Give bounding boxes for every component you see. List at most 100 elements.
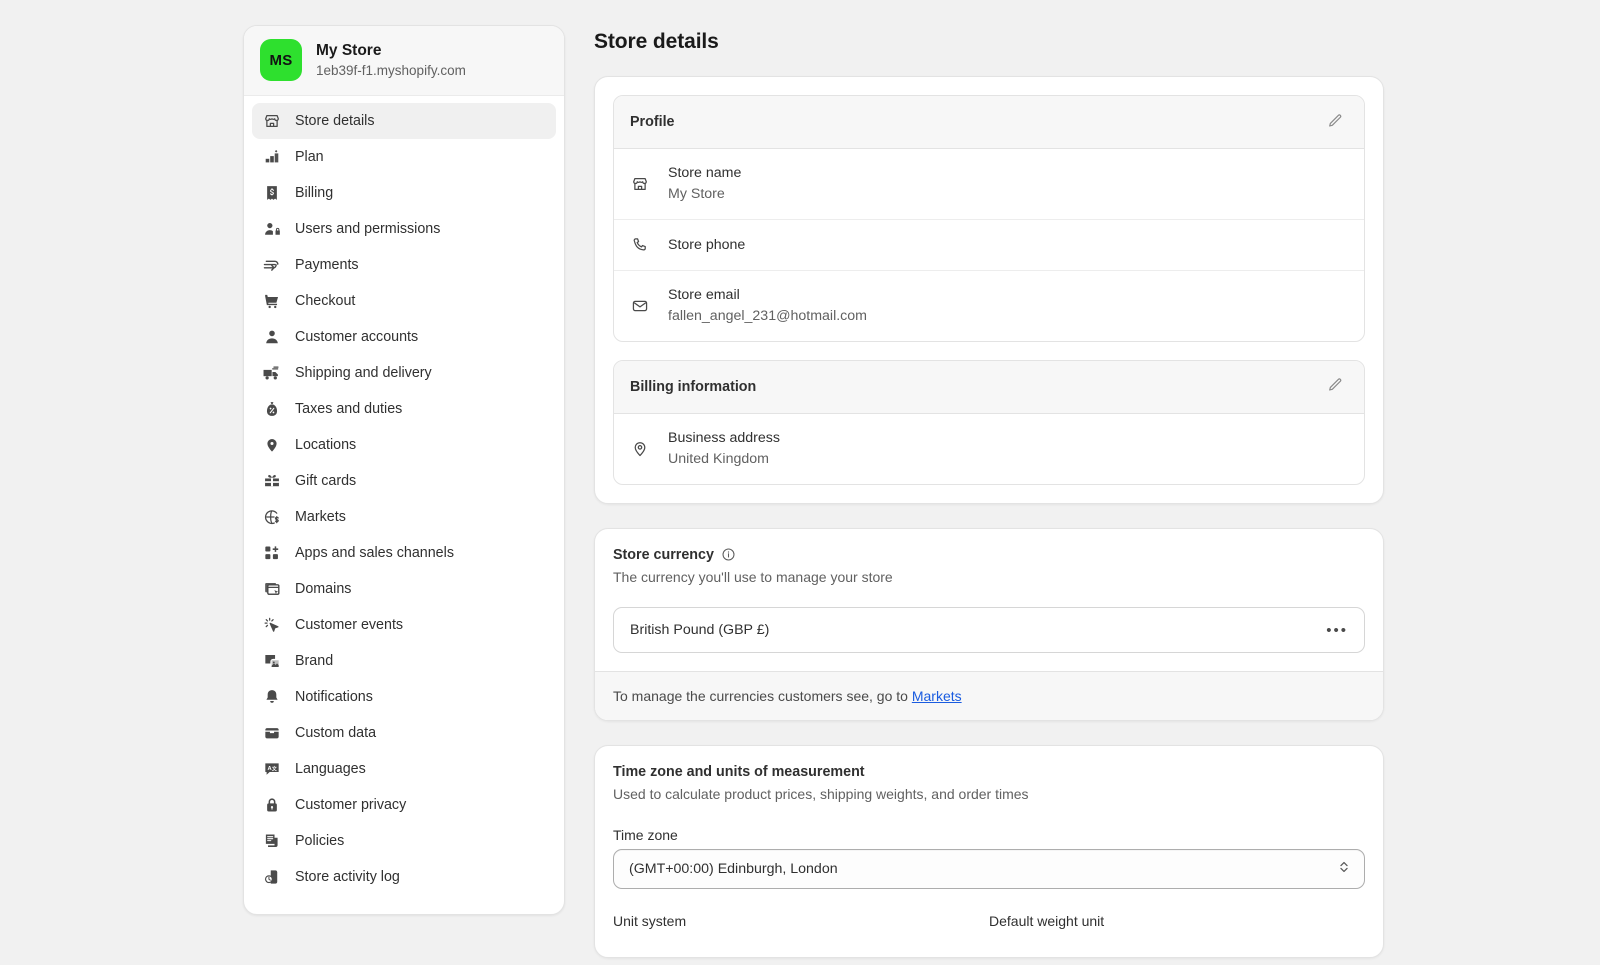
currency-value: British Pound (GBP £) bbox=[630, 622, 770, 639]
sidebar-item-custom-data[interactable]: Custom data bbox=[252, 715, 556, 751]
profile-rows: Store name My Store Store phone Store em… bbox=[614, 149, 1364, 341]
timezone-title: Time zone and units of measurement bbox=[613, 764, 865, 781]
sidebar-item-brand[interactable]: Brand bbox=[252, 643, 556, 679]
edit-billing-button[interactable] bbox=[1322, 374, 1348, 400]
pencil-icon bbox=[1327, 377, 1343, 396]
billing-header: Billing information bbox=[614, 360, 1364, 414]
timezone-select[interactable]: (GMT+00:00) Edinburgh, London bbox=[613, 848, 1365, 889]
table-row[interactable]: Business address United Kingdom bbox=[614, 414, 1364, 484]
sidebar-item-store-details[interactable]: Store details bbox=[252, 103, 556, 139]
taxes-icon bbox=[262, 400, 281, 419]
timezone-value: (GMT+00:00) Edinburgh, London bbox=[629, 860, 838, 877]
sidebar-item-users-and-permissions[interactable]: Users and permissions bbox=[252, 211, 556, 247]
cart-icon bbox=[262, 292, 281, 311]
store-header[interactable]: MS My Store 1eb39f-f1.myshopify.com bbox=[244, 26, 564, 96]
settings-page: MS My Store 1eb39f-f1.myshopify.com Stor… bbox=[0, 0, 1600, 965]
sidebar-item-policies[interactable]: Policies bbox=[252, 823, 556, 859]
info-icon[interactable] bbox=[721, 547, 736, 562]
sidebar-item-label: Payments bbox=[295, 256, 359, 273]
languages-icon: A文 bbox=[262, 760, 281, 779]
table-row[interactable]: Store phone bbox=[614, 218, 1364, 270]
sidebar-item-locations[interactable]: Locations bbox=[252, 427, 556, 463]
sidebar-item-markets[interactable]: Markets bbox=[252, 499, 556, 535]
sidebar-item-label: Apps and sales channels bbox=[295, 544, 454, 561]
sidebar-item-label: Notifications bbox=[295, 688, 373, 705]
pencil-icon bbox=[1327, 113, 1343, 132]
policies-icon bbox=[262, 832, 281, 851]
brand-icon bbox=[262, 652, 281, 671]
edit-profile-button[interactable] bbox=[1322, 109, 1348, 135]
unit-system-label: Unit system bbox=[613, 912, 687, 929]
sidebar-item-customer-events[interactable]: Customer events bbox=[252, 607, 556, 643]
sidebar-item-checkout[interactable]: Checkout bbox=[252, 283, 556, 319]
location-pin-icon bbox=[262, 436, 281, 455]
store-icon bbox=[630, 174, 650, 194]
currency-footer-text: To manage the currencies customers see, … bbox=[613, 688, 912, 705]
truck-icon bbox=[262, 364, 281, 383]
bell-icon bbox=[262, 688, 281, 707]
table-row[interactable]: Store name My Store bbox=[614, 149, 1364, 219]
sidebar-item-customer-privacy[interactable]: Customer privacy bbox=[252, 787, 556, 823]
row-label: Business address bbox=[668, 429, 780, 446]
more-options-icon[interactable]: ••• bbox=[1326, 623, 1348, 638]
default-weight-unit-label: Default weight unit bbox=[989, 912, 1105, 929]
store-currency-card: Store currency The currency you'll use t… bbox=[594, 527, 1384, 722]
custom-data-icon bbox=[262, 724, 281, 743]
lock-icon bbox=[262, 796, 281, 815]
timezone-subtitle: Used to calculate product prices, shippi… bbox=[613, 786, 1029, 803]
markets-link[interactable]: Markets bbox=[912, 688, 962, 704]
sidebar-item-payments[interactable]: Payments bbox=[252, 247, 556, 283]
sidebar-item-label: Locations bbox=[295, 436, 357, 453]
sidebar-item-label: Gift cards bbox=[295, 472, 357, 489]
settings-sidebar: MS My Store 1eb39f-f1.myshopify.com Stor… bbox=[243, 25, 565, 915]
store-currency-title: Store currency bbox=[613, 546, 714, 563]
sidebar-item-label: Billing bbox=[295, 184, 334, 201]
sidebar-item-label: Customer accounts bbox=[295, 328, 419, 345]
settings-nav: Store details Plan Billing Users and permis… bbox=[244, 96, 564, 905]
apps-icon bbox=[262, 544, 281, 563]
sidebar-item-plan[interactable]: Plan bbox=[252, 139, 556, 175]
main-content: Store details Profile Store name My Stor… bbox=[594, 30, 1384, 965]
currency-select[interactable]: British Pound (GBP £) ••• bbox=[613, 607, 1365, 654]
row-value: My Store bbox=[668, 186, 725, 203]
sidebar-item-languages[interactable]: A 文 Languages bbox=[252, 751, 556, 787]
sidebar-item-apps-and-sales-channels[interactable]: Apps and sales channels bbox=[252, 535, 556, 571]
activity-log-icon bbox=[262, 868, 281, 887]
sidebar-item-billing[interactable]: Billing bbox=[252, 175, 556, 211]
chevron-updown-icon bbox=[1337, 859, 1351, 879]
row-label: Store email bbox=[668, 286, 740, 303]
store-currency-subtitle: The currency you'll use to manage your s… bbox=[613, 568, 893, 585]
sidebar-item-gift-cards[interactable]: Gift cards bbox=[252, 463, 556, 499]
person-icon bbox=[262, 328, 281, 347]
phone-icon bbox=[630, 235, 650, 255]
store-name: My Store bbox=[316, 41, 382, 59]
sidebar-item-label: Users and permissions bbox=[295, 220, 441, 237]
users-icon bbox=[262, 220, 281, 239]
sidebar-item-shipping-and-delivery[interactable]: Shipping and delivery bbox=[252, 355, 556, 391]
sidebar-item-label: Domains bbox=[295, 580, 352, 597]
sidebar-item-label: Store details bbox=[295, 112, 375, 129]
domains-icon bbox=[262, 580, 281, 599]
sidebar-item-notifications[interactable]: Notifications bbox=[252, 679, 556, 715]
row-value: United Kingdom bbox=[668, 451, 769, 468]
sidebar-item-label: Customer privacy bbox=[295, 796, 407, 813]
billing-icon bbox=[262, 184, 281, 203]
row-label: Store phone bbox=[668, 236, 746, 253]
table-row[interactable]: Store email fallen_angel_231@hotmail.com bbox=[614, 269, 1364, 341]
sidebar-item-store-activity-log[interactable]: Store activity log bbox=[252, 859, 556, 895]
sidebar-item-customer-accounts[interactable]: Customer accounts bbox=[252, 319, 556, 355]
sidebar-item-taxes-and-duties[interactable]: Taxes and duties bbox=[252, 391, 556, 427]
profile-header: Profile bbox=[614, 96, 1364, 149]
page-title: Store details bbox=[594, 30, 719, 53]
timezone-field-label: Time zone bbox=[613, 826, 678, 843]
profile-subcard: Profile Store name My Store Store phone … bbox=[613, 95, 1365, 342]
store-icon bbox=[262, 112, 281, 131]
globe-icon bbox=[262, 508, 281, 527]
billing-subcard: Billing information Business address Uni… bbox=[613, 359, 1365, 485]
sidebar-item-label: Taxes and duties bbox=[295, 400, 403, 417]
currency-footer: To manage the currencies customers see, … bbox=[595, 671, 1383, 721]
plan-icon bbox=[262, 148, 281, 167]
sidebar-item-label: Brand bbox=[295, 652, 334, 669]
sidebar-item-domains[interactable]: Domains bbox=[252, 571, 556, 607]
sidebar-item-label: Policies bbox=[295, 832, 345, 849]
